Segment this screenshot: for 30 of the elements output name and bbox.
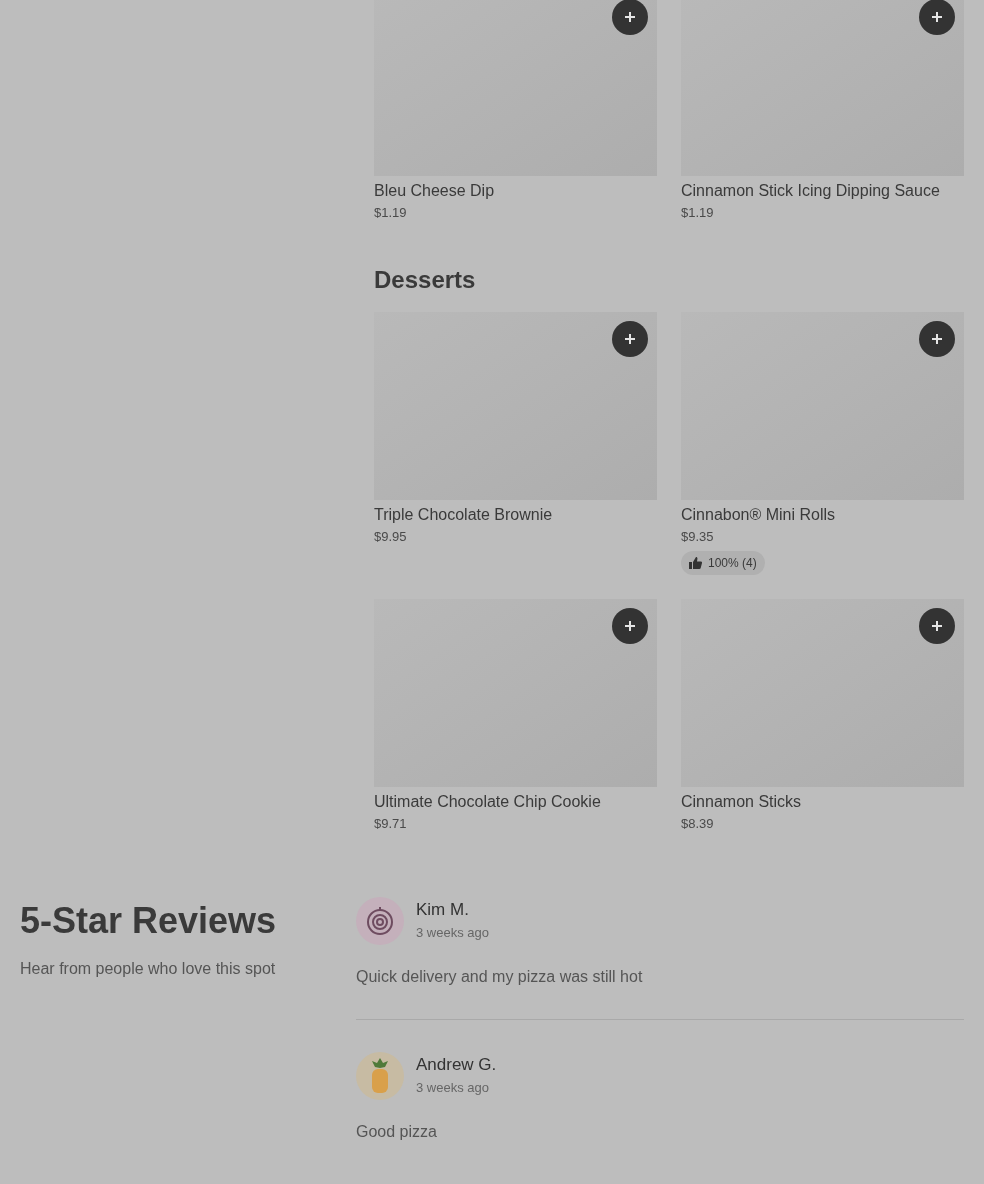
plus-icon [931,333,943,345]
item-name: Cinnamon Stick Icing Dipping Sauce [681,181,941,201]
item-name: Cinnamon Sticks [681,792,803,812]
review-text: Good pizza [356,1122,438,1142]
item-price: $1.19 [681,204,715,222]
item-price: $9.71 [374,815,408,833]
plus-icon [624,333,636,345]
reviewer-name: Andrew G. [416,1054,497,1076]
item-name: Triple Chocolate Brownie [374,505,554,525]
item-price: $8.39 [681,815,715,833]
target-icon [365,906,395,936]
item-price: $1.19 [374,204,408,222]
item-name: Cinnabon® Mini Rolls [681,505,837,525]
item-price: $9.95 [374,528,408,546]
reviews-title: 5-Star Reviews [20,899,278,943]
reviews-subtitle: Hear from people who love this spot [20,959,277,979]
review-time: 3 weeks ago [416,924,489,942]
reviewer-name: Kim M. [416,899,470,921]
rating-badge: 100% (4) [681,551,765,575]
review-time: 3 weeks ago [416,1079,490,1097]
item-price: $9.35 [681,528,715,546]
plus-icon [931,620,943,632]
section-title: Desserts [374,265,477,295]
review-text: Quick delivery and my pizza was still hot [356,967,644,987]
item-name: Bleu Cheese Dip [374,181,496,201]
plus-icon [624,11,636,23]
plus-icon [931,11,943,23]
plus-icon [624,620,636,632]
item-name: Ultimate Chocolate Chip Cookie [374,792,602,812]
thumbs-up-icon [689,557,702,569]
